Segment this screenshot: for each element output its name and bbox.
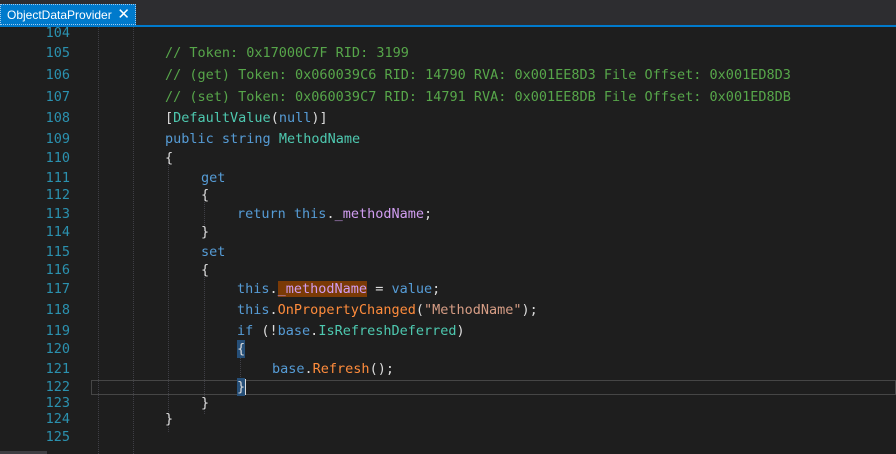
comment-line: // Token: 0x17000C7F RID: 3199: [165, 45, 409, 61]
brace: }: [165, 411, 174, 427]
line-number: 107: [45, 89, 70, 105]
bracket: )]: [311, 110, 328, 126]
paren: ();: [369, 361, 394, 377]
editor-margin: [0, 27, 24, 454]
equals: =: [367, 281, 392, 297]
document-tab-bar: ObjectDataProvider ✕: [0, 0, 896, 25]
method-call-statement: this.OnPropertyChanged("MethodName");: [237, 301, 538, 319]
attribute-name[interactable]: DefaultValue: [173, 110, 271, 126]
property-reference[interactable]: IsRefreshDeferred: [318, 323, 456, 339]
bracket: [: [165, 110, 174, 126]
line-number: 117: [45, 281, 70, 297]
property-name[interactable]: MethodName: [279, 131, 360, 147]
text-cursor: [245, 379, 246, 395]
refresh-call-statement: base.Refresh();: [272, 360, 394, 378]
keyword-null: null: [278, 110, 312, 126]
dot: .: [269, 302, 278, 318]
line-number: 104: [45, 27, 70, 41]
line-number: 113: [45, 206, 70, 222]
matched-brace: {: [237, 340, 246, 358]
line-number: 116: [45, 262, 70, 278]
line-number: 119: [45, 323, 70, 339]
method-reference[interactable]: OnPropertyChanged: [278, 302, 416, 318]
paren: (: [270, 110, 279, 126]
line-number: 108: [45, 110, 70, 126]
keyword-base: base: [277, 323, 311, 339]
return-statement: return this._methodName;: [237, 205, 432, 223]
keyword-this: this: [237, 302, 270, 318]
keyword-return: return: [237, 206, 286, 222]
field-reference[interactable]: _methodName: [335, 206, 424, 222]
dot: .: [304, 361, 313, 377]
line-number: 120: [45, 341, 70, 357]
indent-guide: [168, 162, 169, 432]
keyword-this: this: [237, 281, 270, 297]
brace: {: [201, 262, 210, 278]
keyword-value: value: [391, 281, 433, 297]
keyword-public: public: [165, 131, 214, 147]
semicolon: ;: [423, 206, 433, 222]
method-reference[interactable]: Refresh: [313, 361, 370, 377]
keyword-set: set: [201, 244, 226, 260]
paren: );: [521, 302, 538, 318]
line-number: 124: [45, 411, 70, 427]
line-number: 121: [45, 361, 70, 377]
brace: }: [201, 224, 210, 240]
attribute-line: [DefaultValue(null)]: [165, 109, 328, 127]
tab-title: ObjectDataProvider: [7, 8, 112, 22]
brace: {: [201, 187, 210, 203]
line-number: 114: [45, 224, 70, 240]
if-statement: if (!base.IsRefreshDeferred): [237, 322, 465, 340]
assignment-statement: this._methodName = value;: [237, 280, 440, 298]
tab-objectdataprovider[interactable]: ObjectDataProvider ✕: [0, 4, 136, 25]
dot: .: [269, 281, 278, 297]
line-number: 111: [45, 170, 70, 186]
brace: {: [165, 150, 174, 166]
line-number: 110: [45, 150, 70, 166]
paren: (!: [253, 323, 278, 339]
indent-guide: [98, 27, 99, 454]
current-line-highlight: [91, 380, 896, 395]
comment-line: // (get) Token: 0x060039C6 RID: 14790 RV…: [165, 67, 791, 83]
indent-guide: [133, 27, 134, 454]
line-number: 118: [45, 302, 70, 318]
keyword-string[interactable]: string: [222, 131, 271, 147]
keyword-this: this: [293, 206, 327, 222]
line-number: 106: [45, 67, 70, 83]
string-literal: "MethodName": [423, 302, 522, 318]
highlighted-field-reference[interactable]: _methodName: [277, 281, 368, 297]
semicolon: ;: [432, 281, 441, 297]
brace: }: [201, 395, 210, 411]
keyword-if: if: [237, 323, 254, 339]
dot: .: [326, 206, 335, 222]
close-icon[interactable]: ✕: [117, 5, 130, 25]
line-number: 105: [45, 45, 70, 61]
line-number: 115: [45, 244, 70, 260]
comment-line: // (set) Token: 0x060039C7 RID: 14791 RV…: [165, 89, 791, 105]
paren: ): [456, 323, 465, 339]
indent-guide: [204, 274, 205, 414]
line-number: 112: [45, 187, 70, 203]
keyword-get: get: [201, 170, 226, 186]
line-number: 109: [45, 131, 70, 147]
matched-brace: }: [237, 378, 246, 396]
paren: (: [415, 302, 424, 318]
property-declaration: public string MethodName: [165, 130, 360, 148]
keyword-base: base: [272, 361, 305, 377]
code-editor[interactable]: 104 105 106 107 108 109 110 111 112 113 …: [0, 27, 896, 454]
line-number: 125: [45, 429, 70, 445]
